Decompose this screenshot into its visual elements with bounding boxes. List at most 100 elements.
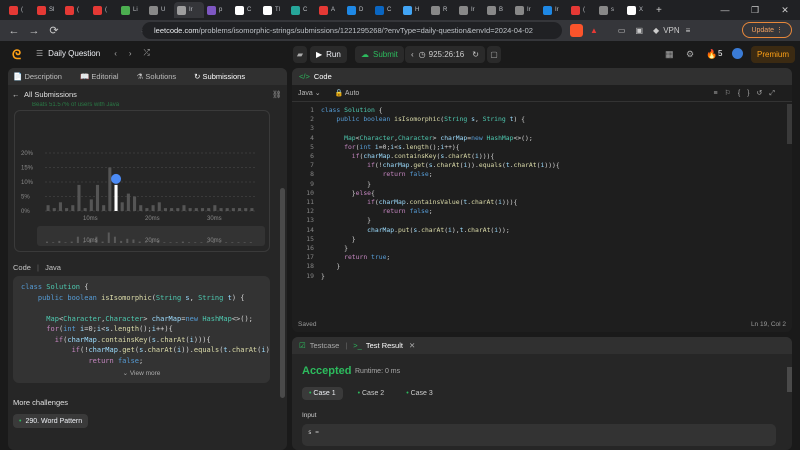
- browser-tab[interactable]: X: [624, 2, 652, 18]
- browser-tab[interactable]: D: [344, 2, 372, 18]
- braces-icon[interactable]: {}: [738, 90, 757, 97]
- wallet-icon[interactable]: ▣: [635, 26, 643, 35]
- alert-icon[interactable]: ▲: [590, 26, 598, 35]
- case-tab-2[interactable]: • Case 2: [351, 387, 392, 400]
- url-field[interactable]: leetcode.com/problems/isomorphic-strings…: [142, 22, 562, 39]
- timer-widget[interactable]: ‹ ◷ 925:26:16 ↻: [405, 46, 485, 63]
- address-toolbar: ← → ⟳ ⇌ leetcode.com/problems/isomorphic…: [0, 20, 800, 41]
- view-more-button[interactable]: ⌄ View more: [13, 369, 270, 380]
- browser-tab[interactable]: Ir: [540, 2, 568, 18]
- browser-tab[interactable]: C: [372, 2, 400, 18]
- bookmark-icon[interactable]: ⚐: [725, 90, 738, 97]
- upload-icon: ☁: [361, 50, 369, 59]
- update-button[interactable]: Update ⋮: [742, 22, 792, 38]
- next-problem-icon[interactable]: ›: [129, 49, 132, 58]
- browser-tab[interactable]: U: [146, 2, 174, 18]
- reload-icon[interactable]: ⟳: [44, 24, 64, 37]
- notes-button[interactable]: ▢: [487, 46, 501, 63]
- browser-tab[interactable]: B: [484, 2, 512, 18]
- leetcode-logo[interactable]: ᘓ: [12, 47, 24, 62]
- browser-tab[interactable]: Ir: [512, 2, 540, 18]
- line-number: 19: [306, 271, 314, 280]
- browser-tab[interactable]: Ir: [456, 2, 484, 18]
- challenge-chip[interactable]: • 290. Word Pattern: [13, 414, 89, 428]
- browser-tab[interactable]: Tl: [260, 2, 288, 18]
- line-number: 12: [306, 207, 314, 216]
- prev-problem-icon[interactable]: ‹: [114, 49, 117, 58]
- vpn-label[interactable]: VPN: [663, 26, 679, 35]
- run-button[interactable]: ▶ Run: [310, 46, 347, 63]
- brave-shield-icon[interactable]: [570, 23, 583, 37]
- browser-tab[interactable]: (: [90, 2, 118, 18]
- browser-tab[interactable]: H: [400, 2, 428, 18]
- tab-editorial[interactable]: 📖 Editorial: [80, 72, 128, 81]
- browser-tab[interactable]: C: [288, 2, 316, 18]
- browser-tab-label: (: [105, 7, 107, 13]
- tab-editorial-label: Editorial: [91, 72, 119, 81]
- submit-button[interactable]: ☁ Submit: [355, 46, 404, 63]
- chart-bar: [102, 205, 106, 211]
- left-scrollbar[interactable]: [280, 188, 285, 398]
- back-arrow-icon[interactable]: ←: [12, 90, 20, 99]
- forward-icon[interactable]: →: [24, 25, 44, 37]
- tab-description[interactable]: 📄 Description: [13, 72, 71, 81]
- all-submissions-link[interactable]: All Submissions: [24, 90, 77, 99]
- chart-bar: [231, 208, 235, 211]
- overview-bar: [113, 236, 116, 243]
- language-select[interactable]: Java ⌄: [298, 89, 321, 97]
- browser-tab[interactable]: s: [596, 2, 624, 18]
- chart-bar: [126, 193, 130, 211]
- terminal-icon: >_: [353, 341, 362, 350]
- daily-question-nav[interactable]: ☰ Daily Question ‹ › ⤮: [36, 48, 150, 58]
- format-icon[interactable]: ≡: [713, 90, 724, 97]
- settings-icon[interactable]: ⚙: [686, 49, 694, 60]
- close-tab-icon[interactable]: ✕: [409, 341, 415, 350]
- tab-solutions[interactable]: ⚗ Solutions: [137, 72, 186, 81]
- reset-icon[interactable]: ↺: [757, 90, 770, 97]
- close-window-icon[interactable]: ✕: [770, 5, 800, 16]
- avatar[interactable]: [732, 48, 743, 59]
- result-scrollbar[interactable]: [787, 367, 792, 392]
- browser-tab[interactable]: Ir: [174, 2, 204, 18]
- y-tick-label: 0%: [21, 209, 30, 215]
- code-editor[interactable]: 1 class Solution {2 public boolean isIsom…: [292, 104, 792, 314]
- case-tab-1[interactable]: • Case 1: [302, 387, 343, 400]
- case-tab-3[interactable]: • Case 3: [399, 387, 440, 400]
- case-3-label: Case 3: [410, 390, 433, 397]
- browser-tab[interactable]: A: [316, 2, 344, 18]
- streak-fire-icon[interactable]: 🔥: [706, 49, 717, 60]
- premium-button[interactable]: Premium: [751, 46, 796, 63]
- browser-tab[interactable]: Sl: [34, 2, 62, 18]
- code-line: }: [321, 179, 372, 188]
- fullscreen-icon[interactable]: ⤢: [769, 90, 782, 97]
- browser-tab[interactable]: R: [428, 2, 456, 18]
- browser-tab-label: Sl: [49, 7, 55, 13]
- browser-tab[interactable]: C: [232, 2, 260, 18]
- link-icon[interactable]: ⛓: [272, 90, 282, 99]
- overview-bar: [64, 242, 67, 243]
- minimize-icon[interactable]: —: [710, 5, 740, 15]
- random-problem-icon[interactable]: ⤮: [144, 48, 150, 58]
- chart-bar: [65, 208, 69, 211]
- tab-testcase[interactable]: Testcase: [310, 341, 340, 350]
- browser-tab[interactable]: p: [204, 2, 232, 18]
- menu-icon[interactable]: ≡: [686, 26, 691, 35]
- back-icon[interactable]: ←: [4, 25, 24, 37]
- tab-test-result[interactable]: Test Result: [366, 341, 403, 350]
- vpn-icon[interactable]: ◆: [653, 26, 659, 35]
- chart-bar: [77, 184, 81, 211]
- browser-tab[interactable]: (: [62, 2, 90, 18]
- maximize-icon[interactable]: ❐: [740, 5, 770, 16]
- layout-icon[interactable]: ▦: [665, 49, 674, 60]
- new-tab-icon[interactable]: +: [656, 5, 662, 16]
- sidebar-icon[interactable]: ▭: [618, 26, 626, 35]
- editor-scrollbar[interactable]: [787, 104, 792, 144]
- tab-submissions[interactable]: ↻ Submissions: [194, 72, 254, 81]
- auto-toggle[interactable]: 🔒 Auto: [335, 89, 360, 97]
- browser-tab[interactable]: (: [6, 2, 34, 18]
- debug-button[interactable]: ▰: [293, 46, 307, 63]
- browser-tab[interactable]: (: [568, 2, 596, 18]
- line-number: 1: [310, 106, 314, 114]
- chart-bar: [182, 205, 186, 211]
- browser-tab[interactable]: Li: [118, 2, 146, 18]
